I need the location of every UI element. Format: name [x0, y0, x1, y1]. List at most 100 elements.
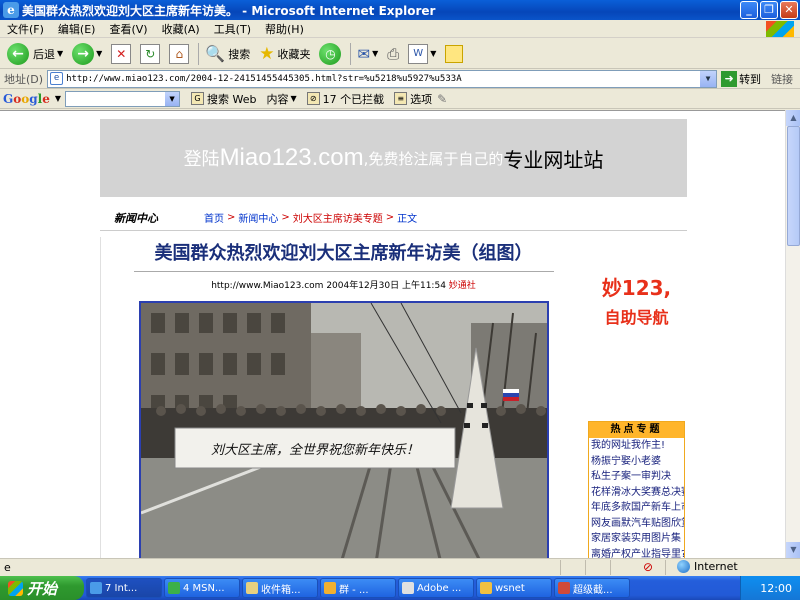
forward-button[interactable]: → ▼ — [69, 41, 105, 67]
page-icon: e — [50, 72, 64, 85]
search-button[interactable]: 🔍 搜索 — [202, 41, 253, 67]
promo-line-2: 自助导航 — [604, 308, 669, 327]
banner-domain: Miao123.com — [219, 144, 364, 171]
vertical-scrollbar[interactable]: ▲ ▼ — [785, 110, 800, 558]
menu-bar: 文件(F) 编辑(E) 查看(V) 收藏(A) 工具(T) 帮助(H) — [0, 20, 800, 38]
close-button[interactable]: ✕ — [780, 1, 798, 19]
minimize-button[interactable]: _ — [740, 1, 758, 19]
address-url[interactable]: http://www.miao123.com/2004-12-241514554… — [66, 74, 462, 84]
taskbar-item-msn[interactable]: 4 MSN... — [164, 578, 240, 598]
popup-blocker-icon: ⊘ — [306, 92, 320, 105]
google-search-input[interactable]: ▼ — [65, 90, 181, 107]
status-cell — [610, 560, 611, 575]
scroll-up-icon[interactable]: ▲ — [786, 110, 800, 126]
address-input[interactable]: e http://www.miao123.com/2004-12-2415145… — [47, 69, 718, 88]
address-dropdown-icon[interactable]: ▼ — [700, 70, 717, 87]
google-menu-dropdown-icon[interactable]: ▼ — [55, 94, 61, 103]
search-web-icon: G — [191, 92, 205, 105]
taskbar-item-capture[interactable]: 超级截... — [554, 578, 630, 598]
start-button[interactable]: 开始 — [0, 576, 84, 600]
go-button[interactable]: ➜ 转到 — [717, 70, 761, 87]
capture-task-icon — [558, 582, 570, 594]
breadcrumb-home[interactable]: 首页 — [204, 210, 224, 225]
scroll-thumb[interactable] — [787, 126, 800, 246]
hot-topic-link[interactable]: 离婚产权产业指导里? — [589, 547, 684, 559]
promo-line-1: 妙123, — [601, 276, 672, 300]
breadcrumb-separator-icon: > — [227, 212, 236, 223]
windows-flag-icon — [8, 580, 23, 596]
print-button[interactable]: ⎙ — [384, 41, 402, 67]
hot-topic-link[interactable]: 杨振宁娶小老婆 — [589, 454, 684, 470]
menu-tools[interactable]: 工具(T) — [207, 21, 258, 37]
google-search-dropdown-icon[interactable]: ▼ — [165, 91, 180, 106]
google-search-web-label: 搜索 Web — [207, 92, 257, 106]
headline-divider — [133, 271, 554, 272]
edit-dropdown-icon[interactable]: ▼ — [430, 49, 436, 58]
section-title: 新闻中心 — [114, 211, 158, 225]
clock[interactable]: 12:00 — [760, 582, 792, 595]
google-content-label: 内容 — [266, 92, 289, 106]
google-options-button[interactable]: ≡ 选项 — [389, 91, 437, 107]
menu-view[interactable]: 查看(V) — [102, 21, 154, 37]
links-button[interactable]: 链接 — [761, 71, 793, 87]
popup-blocker-button[interactable]: ⊘ 17 个已拦截 — [302, 91, 390, 107]
refresh-button[interactable]: ↻ — [137, 41, 163, 67]
taskbar-item-wsnet[interactable]: wsnet — [476, 578, 552, 598]
article-column: 美国群众热烈欢迎刘大区主席新年访美（组图） http://www.Miao123… — [100, 237, 586, 558]
article-meta: http://www.Miao123.com 2004年12月30日 上午11:… — [101, 278, 586, 291]
meta-author[interactable]: 妙通社 — [449, 281, 476, 291]
taskbar-item-ie[interactable]: 7 Int... — [86, 578, 162, 598]
breadcrumb-topic[interactable]: 刘大区主席访美专题 — [293, 210, 383, 225]
breadcrumb-separator-icon: > — [385, 212, 395, 223]
street-photo-illustration — [141, 303, 547, 558]
toolbar: ← 后退 ▼ → ▼ ✕ ↻ ⌂ 🔍 搜索 ★ 收藏夹 ◷ ✉ ▼ ⎙ W ▼ — [0, 39, 800, 69]
hot-topic-link[interactable]: 年底多款国产新车上市 — [589, 500, 684, 516]
adobe-task-icon — [402, 582, 414, 594]
maximize-button[interactable]: ❐ — [760, 1, 778, 19]
google-options-label: 选项 — [410, 92, 433, 106]
go-arrow-icon: ➜ — [721, 70, 738, 87]
menu-edit[interactable]: 编辑(E) — [51, 21, 103, 37]
messenger-button[interactable] — [442, 41, 466, 67]
menu-favorites[interactable]: 收藏(A) — [155, 21, 207, 37]
edit-button[interactable]: W ▼ — [405, 41, 439, 67]
note-icon — [445, 44, 464, 63]
blocked-popup-icon[interactable]: ⊘ — [643, 560, 653, 574]
hot-topic-link[interactable]: 花样滑冰大奖赛总决赛 — [589, 485, 684, 501]
taskbar-item-adobe[interactable]: Adobe ... — [398, 578, 474, 598]
taskbar-item-group[interactable]: 群 - ... — [320, 578, 396, 598]
status-cell — [665, 560, 666, 575]
hot-topic-link[interactable]: 私生子案一审判决 — [589, 469, 684, 485]
ad-banner[interactable]: 登陆 Miao123.com ,免费抢注属于自己的 专业网址站 — [100, 119, 687, 197]
menu-help[interactable]: 帮助(H) — [258, 21, 311, 37]
title-bar: e 美国群众热烈欢迎刘大区主席新年访美。 - Microsoft Interne… — [0, 0, 800, 20]
address-label: 地址(D) — [4, 72, 44, 86]
back-button[interactable]: ← 后退 ▼ — [4, 41, 66, 67]
hot-topic-link[interactable]: 家居家装实用图片集 — [589, 531, 684, 547]
breadcrumb-current: 正文 — [397, 214, 418, 225]
pencil-icon[interactable]: ✎ — [437, 92, 447, 106]
taskbar-item-inbox[interactable]: 收件箱... — [242, 578, 318, 598]
mail-dropdown-icon[interactable]: ▼ — [372, 49, 378, 58]
star-icon: ★ — [259, 43, 275, 64]
favorites-button[interactable]: ★ 收藏夹 — [256, 41, 313, 67]
back-dropdown-icon[interactable]: ▼ — [57, 49, 63, 58]
google-search-web-button[interactable]: G 搜索 Web — [186, 91, 261, 107]
scroll-down-icon[interactable]: ▼ — [786, 542, 800, 558]
right-sidebar: 妙123, 自助导航 热点专题 我的网址我作主! 杨振宁娶小老婆 私生子案一审判… — [586, 237, 687, 558]
search-icon: 🔍 — [205, 44, 226, 63]
stop-button[interactable]: ✕ — [108, 41, 134, 67]
mail-button[interactable]: ✉ ▼ — [354, 41, 381, 67]
menu-file[interactable]: 文件(F) — [0, 21, 51, 37]
hot-topic-link[interactable]: 网友画默汽车贴图欣赏 — [589, 516, 684, 532]
forward-dropdown-icon[interactable]: ▼ — [96, 49, 102, 58]
task-label: wsnet — [495, 582, 525, 594]
promo-block[interactable]: 妙123, 自助导航 — [586, 273, 687, 333]
google-toolbar: Google ▼ ▼ G 搜索 Web 内容 ▼ ⊘ 17 个已拦截 ≡ 选项 … — [0, 89, 800, 109]
home-button[interactable]: ⌂ — [166, 41, 192, 67]
google-logo[interactable]: Google — [0, 92, 53, 106]
history-button[interactable]: ◷ — [316, 41, 344, 67]
breadcrumb-news[interactable]: 新闻中心 — [238, 210, 278, 225]
hot-topic-link[interactable]: 我的网址我作主! — [589, 438, 684, 454]
google-content-button[interactable]: 内容 ▼ — [262, 91, 302, 107]
